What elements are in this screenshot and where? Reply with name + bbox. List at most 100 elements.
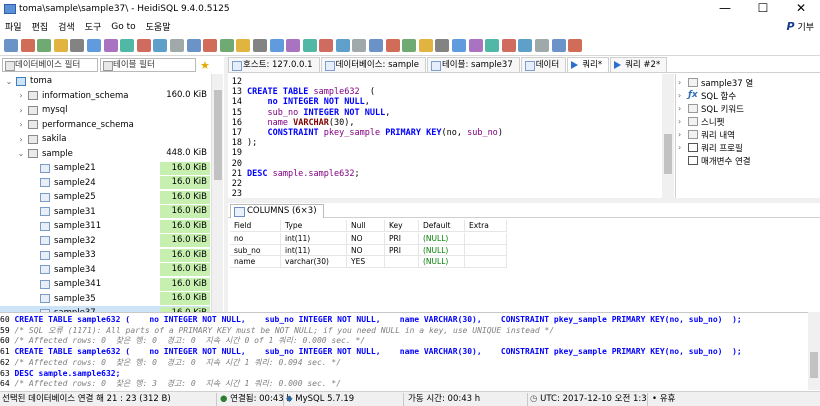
grid-cell[interactable] xyxy=(465,244,507,256)
log-scrollbar[interactable] xyxy=(808,312,820,390)
grid-cell[interactable]: YES xyxy=(347,256,385,268)
tree-item[interactable]: ⌄ toma xyxy=(0,74,210,89)
tab-host[interactable]: 호스트: 127.0.0.1 xyxy=(228,57,320,72)
tree-item[interactable]: sample35 16.0 KiB xyxy=(0,292,210,307)
donate-button[interactable]: P 기부 xyxy=(787,20,815,33)
close-icon[interactable] xyxy=(568,39,583,52)
editor-line[interactable]: 21 DESC sample.sample632; xyxy=(228,169,360,179)
editor-line[interactable]: 14 no INTEGER NOT NULL, xyxy=(228,97,370,107)
helper-expander-icon[interactable]: › xyxy=(678,78,688,87)
grid-cell[interactable]: PRI xyxy=(385,233,419,245)
tree-item[interactable]: sample31 16.0 KiB xyxy=(0,205,210,220)
first-icon[interactable] xyxy=(252,39,267,52)
log-line[interactable]: 59 /* SQL 오류 (1171): All parts of a PRIM… xyxy=(0,326,554,336)
next-icon[interactable] xyxy=(286,39,301,52)
helper-item[interactable]: › 쿼리 내역 xyxy=(678,128,735,141)
menu-search[interactable]: 검색 xyxy=(53,20,80,33)
editor-line[interactable]: 12 xyxy=(228,77,247,87)
refresh-icon[interactable] xyxy=(153,39,168,52)
helper-item[interactable]: › 쿼리 프로필 xyxy=(678,141,743,154)
table-filter-input[interactable]: 테이블 필터 xyxy=(100,58,196,72)
helper-item[interactable]: › sample37 열 xyxy=(678,76,753,89)
editor-line[interactable]: 13 CREATE TABLE sample632 ( xyxy=(228,87,375,97)
helper-expander-icon[interactable]: › xyxy=(678,143,688,152)
sql-help-icon[interactable] xyxy=(452,39,467,52)
grid-cell[interactable]: int(11) xyxy=(281,233,347,245)
line-code[interactable] xyxy=(244,159,247,169)
menu-help[interactable]: 도움말 xyxy=(141,20,176,33)
prev-icon[interactable] xyxy=(269,39,284,52)
tab-db[interactable]: 데이터베이스: sample xyxy=(320,57,426,72)
grid-cell[interactable]: int(11) xyxy=(281,244,347,256)
tree-expander-icon[interactable]: › xyxy=(16,106,26,115)
save-icon[interactable] xyxy=(418,39,433,52)
run-line-icon[interactable] xyxy=(385,39,400,52)
tree-expander-icon[interactable]: › xyxy=(16,120,26,129)
line-code[interactable] xyxy=(244,77,247,87)
helper-expander-icon[interactable]: › xyxy=(678,117,688,126)
tree-item[interactable]: sample33 16.0 KiB xyxy=(0,248,210,263)
menu-file[interactable]: 파일 xyxy=(0,20,27,33)
cancel-icon[interactable] xyxy=(319,39,334,52)
grid-cell[interactable]: sub_no xyxy=(230,244,281,256)
tree-item[interactable]: sample311 16.0 KiB xyxy=(0,219,210,234)
warning-icon[interactable] xyxy=(501,39,516,52)
editor-line[interactable]: 22 xyxy=(228,179,247,189)
grid-header-extra[interactable]: Extra xyxy=(465,220,507,232)
tab-query[interactable]: 쿼리 #2* xyxy=(610,57,668,72)
tree-expander-icon[interactable]: › xyxy=(16,91,26,100)
menu-tools[interactable]: 도구 xyxy=(80,20,107,33)
menu-goto[interactable]: Go to xyxy=(106,22,140,32)
minimize-button[interactable]: — xyxy=(706,0,744,18)
filter-icon[interactable] xyxy=(186,39,201,52)
tree-item[interactable]: sample34 16.0 KiB xyxy=(0,263,210,278)
sql-log[interactable]: 60 CREATE TABLE sample632 ( no INTEGER N… xyxy=(0,312,808,390)
helper-item[interactable]: › ƒx SQL 함수 xyxy=(678,89,736,102)
grid-header-key[interactable]: Key xyxy=(385,220,419,232)
users-icon[interactable] xyxy=(136,39,151,52)
run-icon[interactable] xyxy=(369,39,384,52)
line-code[interactable]: CONSTRAINT pkey_sample PRIMARY KEY(no, s… xyxy=(244,128,502,138)
editor-line[interactable]: 15 sub_no INTEGER NOT NULL, xyxy=(228,108,391,118)
grid-cell[interactable] xyxy=(385,256,419,268)
line-code[interactable] xyxy=(244,148,247,158)
editor-scrollbar-thumb[interactable] xyxy=(664,134,672,174)
import-icon[interactable] xyxy=(120,39,135,52)
close-button[interactable]: ✕ xyxy=(782,0,820,18)
grid-cell[interactable]: NO xyxy=(347,233,385,245)
line-code[interactable]: sub_no INTEGER NOT NULL, xyxy=(244,108,390,118)
helper-item[interactable]: 매개변수 연결 xyxy=(678,154,751,167)
line-code[interactable]: CREATE TABLE sample632 ( xyxy=(244,87,375,97)
redo-icon[interactable] xyxy=(86,39,101,52)
menu-edit[interactable]: 편집 xyxy=(27,20,54,33)
grid-cell[interactable]: (NULL) xyxy=(419,233,465,245)
edit-icon[interactable] xyxy=(485,39,500,52)
database-tree[interactable]: ⌄ toma › information_schema 160.0 KiB › mysql ›… xyxy=(0,74,224,312)
line-code[interactable] xyxy=(244,179,247,189)
help-icon[interactable] xyxy=(219,39,234,52)
editor-line[interactable]: 17 CONSTRAINT pkey_sample PRIMARY KEY(no… xyxy=(228,128,503,138)
log-line[interactable]: 60 CREATE TABLE sample632 ( no INTEGER N… xyxy=(0,315,742,325)
grid-cell[interactable] xyxy=(465,256,507,268)
tree-item[interactable]: › performance_schema xyxy=(0,118,210,133)
grid-header-type[interactable]: Type xyxy=(281,220,347,232)
grid-cell[interactable]: (NULL) xyxy=(419,244,465,256)
editor-line[interactable]: 16 name VARCHAR(30), xyxy=(228,118,355,128)
log-line[interactable]: 61 CREATE TABLE sample632 ( no INTEGER N… xyxy=(0,347,742,357)
last-icon[interactable] xyxy=(302,39,317,52)
wrap-icon[interactable] xyxy=(535,39,549,52)
tree-expander-icon[interactable]: ⌄ xyxy=(4,77,14,86)
helper-expander-icon[interactable]: › xyxy=(678,104,688,113)
grid-row[interactable]: no int(11) NO PRI (NULL) xyxy=(230,233,507,245)
line-code[interactable]: no INTEGER NOT NULL, xyxy=(244,97,369,107)
grid-cell[interactable]: (NULL) xyxy=(419,256,465,268)
tab-data[interactable]: 데이터 xyxy=(520,57,567,72)
export-icon[interactable] xyxy=(103,39,118,52)
line-code[interactable]: name VARCHAR(30), xyxy=(244,118,354,128)
query-editor[interactable]: 12 13 CREATE TABLE sample632 (14 no INTEGE… xyxy=(228,74,674,199)
tree-item[interactable]: › sakila xyxy=(0,132,210,147)
log-line[interactable]: 64 /* Affected rows: 0 찾은 행: 3 경고: 0 지속 … xyxy=(0,379,341,389)
tree-item[interactable]: sample24 16.0 KiB xyxy=(0,176,210,191)
grid-cell[interactable]: name xyxy=(230,256,281,268)
line-code[interactable]: ); xyxy=(244,138,257,148)
